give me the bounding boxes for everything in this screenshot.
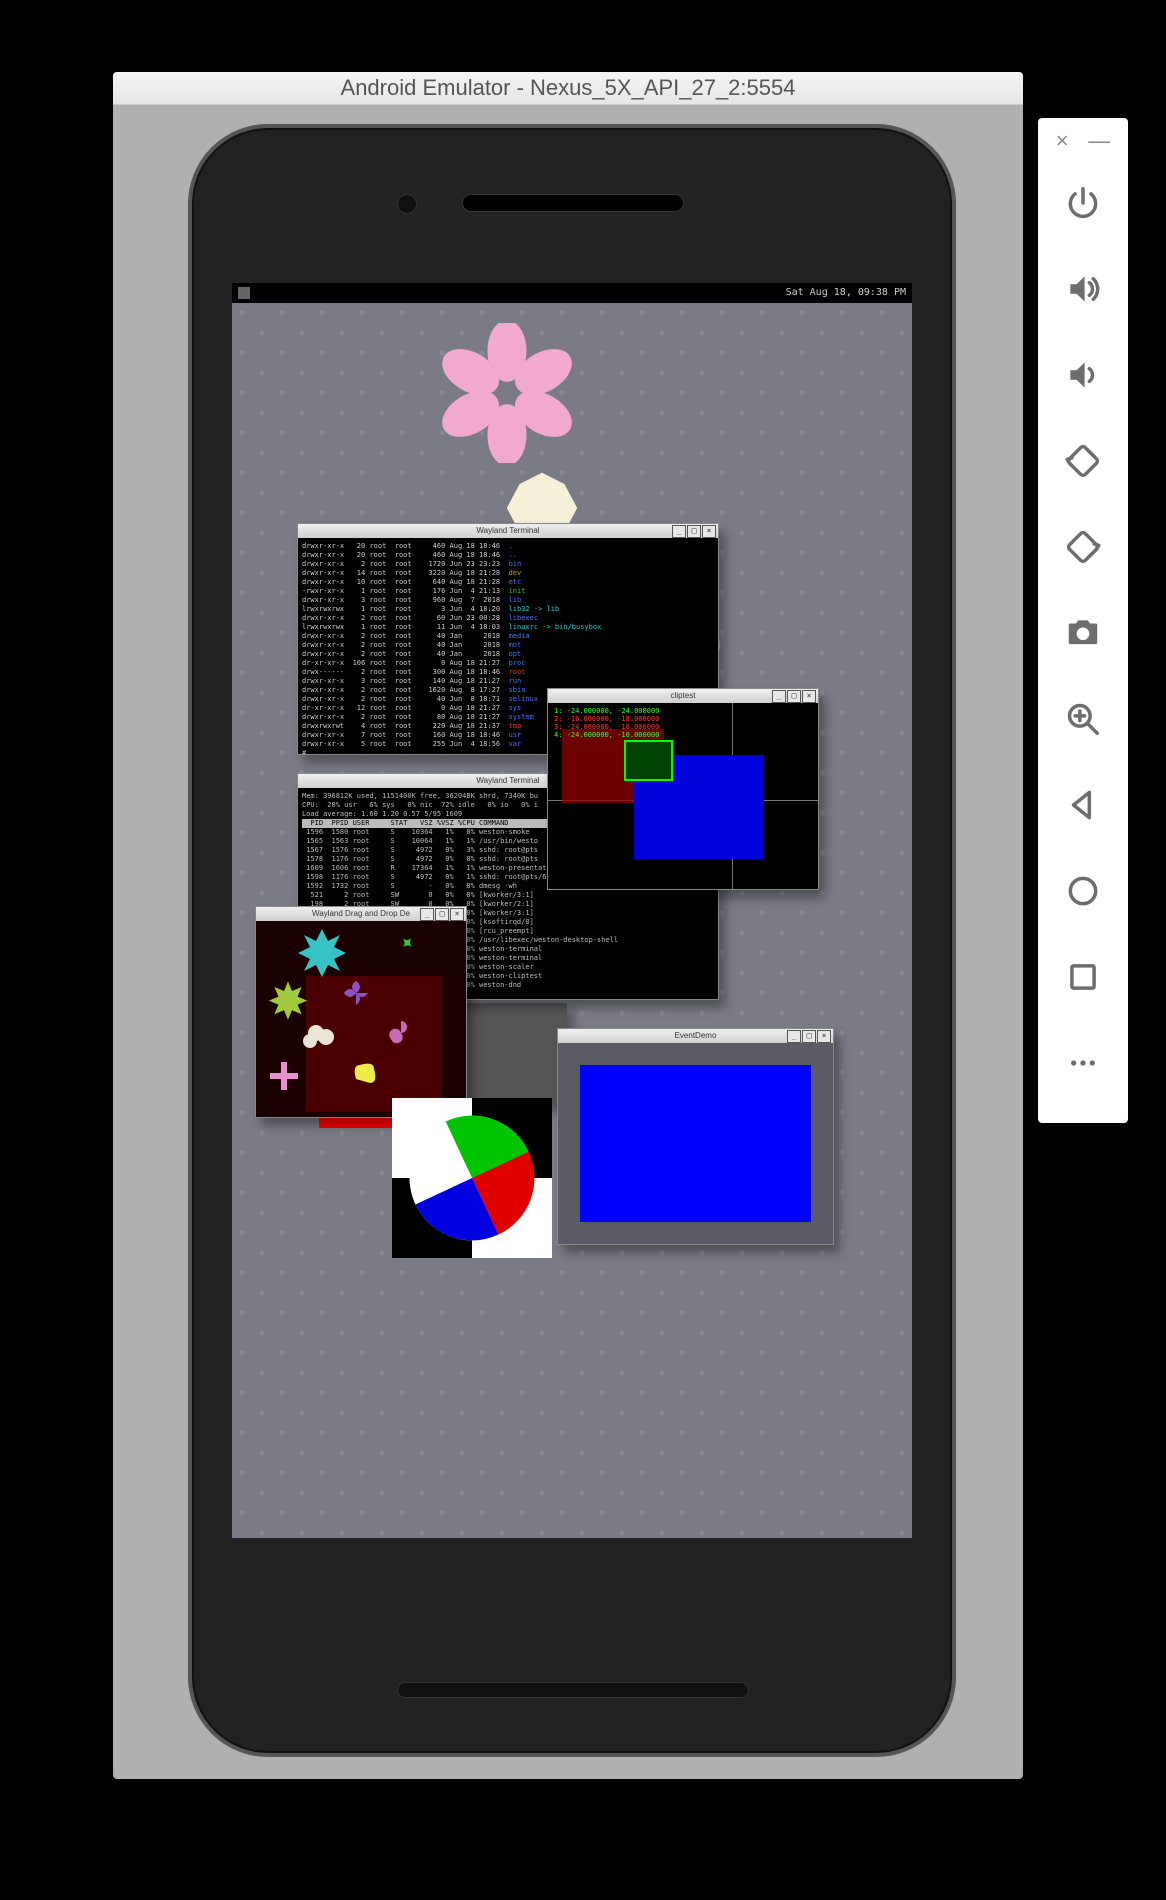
cliptest-coords: 1: -24.000000, -24.0000002: -16.000000, … (554, 707, 659, 739)
eventdemo-window[interactable]: EventDemo _ □ × (557, 1028, 834, 1245)
volume-up-button[interactable] (1038, 246, 1128, 332)
eventdemo-canvas[interactable] (558, 1043, 833, 1244)
minimize-button[interactable]: _ (420, 908, 434, 921)
earpiece-speaker (462, 194, 684, 212)
maximize-button[interactable]: □ (435, 908, 449, 921)
close-button[interactable]: × (450, 908, 464, 921)
cliptest-window[interactable]: cliptest _ □ × 1: -24. (547, 688, 819, 890)
window-titlebar[interactable]: EventDemo _ □ × (558, 1029, 833, 1044)
window-titlebar[interactable]: Wayland Drag and Drop De _ □ × (256, 907, 466, 922)
dnd-item[interactable] (270, 1062, 298, 1090)
weston-flower-pink (437, 323, 577, 463)
window-title-label: Wayland Terminal (476, 776, 539, 785)
dnd-item[interactable] (389, 1021, 407, 1043)
volume-down-button[interactable] (1038, 332, 1128, 418)
more-button[interactable] (1038, 1020, 1128, 1106)
phone-screen[interactable]: Sat Aug 18, 09:38 PM (232, 283, 912, 1538)
rotate-right-button[interactable] (1038, 504, 1128, 590)
window-titlebar[interactable]: Wayland Terminal _ □ × (298, 524, 718, 539)
cliptest-canvas[interactable]: 1: -24.000000, -24.0000002: -16.000000, … (548, 703, 818, 889)
power-button[interactable] (1038, 160, 1128, 246)
overview-button[interactable] (1038, 934, 1128, 1020)
dnd-item[interactable] (355, 1064, 376, 1083)
weston-simple-egl[interactable] (392, 1098, 552, 1258)
minimize-button[interactable]: _ (672, 525, 686, 538)
dnd-item[interactable] (298, 929, 346, 977)
phone-frame: Sat Aug 18, 09:38 PM (188, 124, 956, 1757)
maximize-button[interactable]: □ (802, 1030, 816, 1043)
emulator-toolbar: × — (1038, 118, 1128, 1123)
wayland-dnd-window[interactable]: Wayland Drag and Drop De _ □ × (255, 906, 467, 1118)
egl-pie-icon (407, 1113, 537, 1243)
minimize-emulator-button[interactable]: — (1088, 128, 1110, 154)
window-title-label: cliptest (671, 691, 696, 700)
dnd-item[interactable] (303, 1025, 334, 1048)
window-title-label: EventDemo (675, 1031, 717, 1040)
weston-smoke-window[interactable] (457, 1003, 567, 1103)
minimize-button[interactable]: _ (787, 1030, 801, 1043)
emulator-window: Android Emulator - Nexus_5X_API_27_2:555… (113, 72, 1023, 1779)
weston-desktop[interactable]: Wayland Terminal _ □ × drwxr-xr-x 20 roo… (232, 303, 912, 1538)
weston-panel: Sat Aug 18, 09:38 PM (232, 283, 912, 303)
close-button[interactable]: × (802, 690, 816, 703)
dnd-item[interactable] (401, 936, 414, 949)
panel-launcher-icon[interactable] (238, 287, 250, 299)
close-button[interactable]: × (702, 525, 716, 538)
minimize-button[interactable]: _ (772, 690, 786, 703)
panel-clock: Sat Aug 18, 09:38 PM (786, 283, 906, 303)
window-title-label: Wayland Drag and Drop De (312, 909, 410, 918)
back-button[interactable] (1038, 762, 1128, 848)
close-button[interactable]: × (817, 1030, 831, 1043)
close-emulator-button[interactable]: × (1056, 128, 1069, 154)
maximize-button[interactable]: □ (687, 525, 701, 538)
home-button[interactable] (1038, 848, 1128, 934)
dnd-canvas[interactable] (256, 921, 466, 1117)
screenshot-button[interactable] (1038, 590, 1128, 676)
emulator-titlebar: Android Emulator - Nexus_5X_API_27_2:555… (113, 72, 1023, 105)
front-camera (397, 194, 417, 214)
dnd-item[interactable] (344, 981, 368, 1005)
maximize-button[interactable]: □ (787, 690, 801, 703)
dnd-item[interactable] (269, 981, 307, 1019)
window-title-label: Wayland Terminal (476, 526, 539, 535)
zoom-button[interactable] (1038, 676, 1128, 762)
window-titlebar[interactable]: cliptest _ □ × (548, 689, 818, 704)
bottom-speaker (397, 1682, 749, 1698)
rotate-left-button[interactable] (1038, 418, 1128, 504)
